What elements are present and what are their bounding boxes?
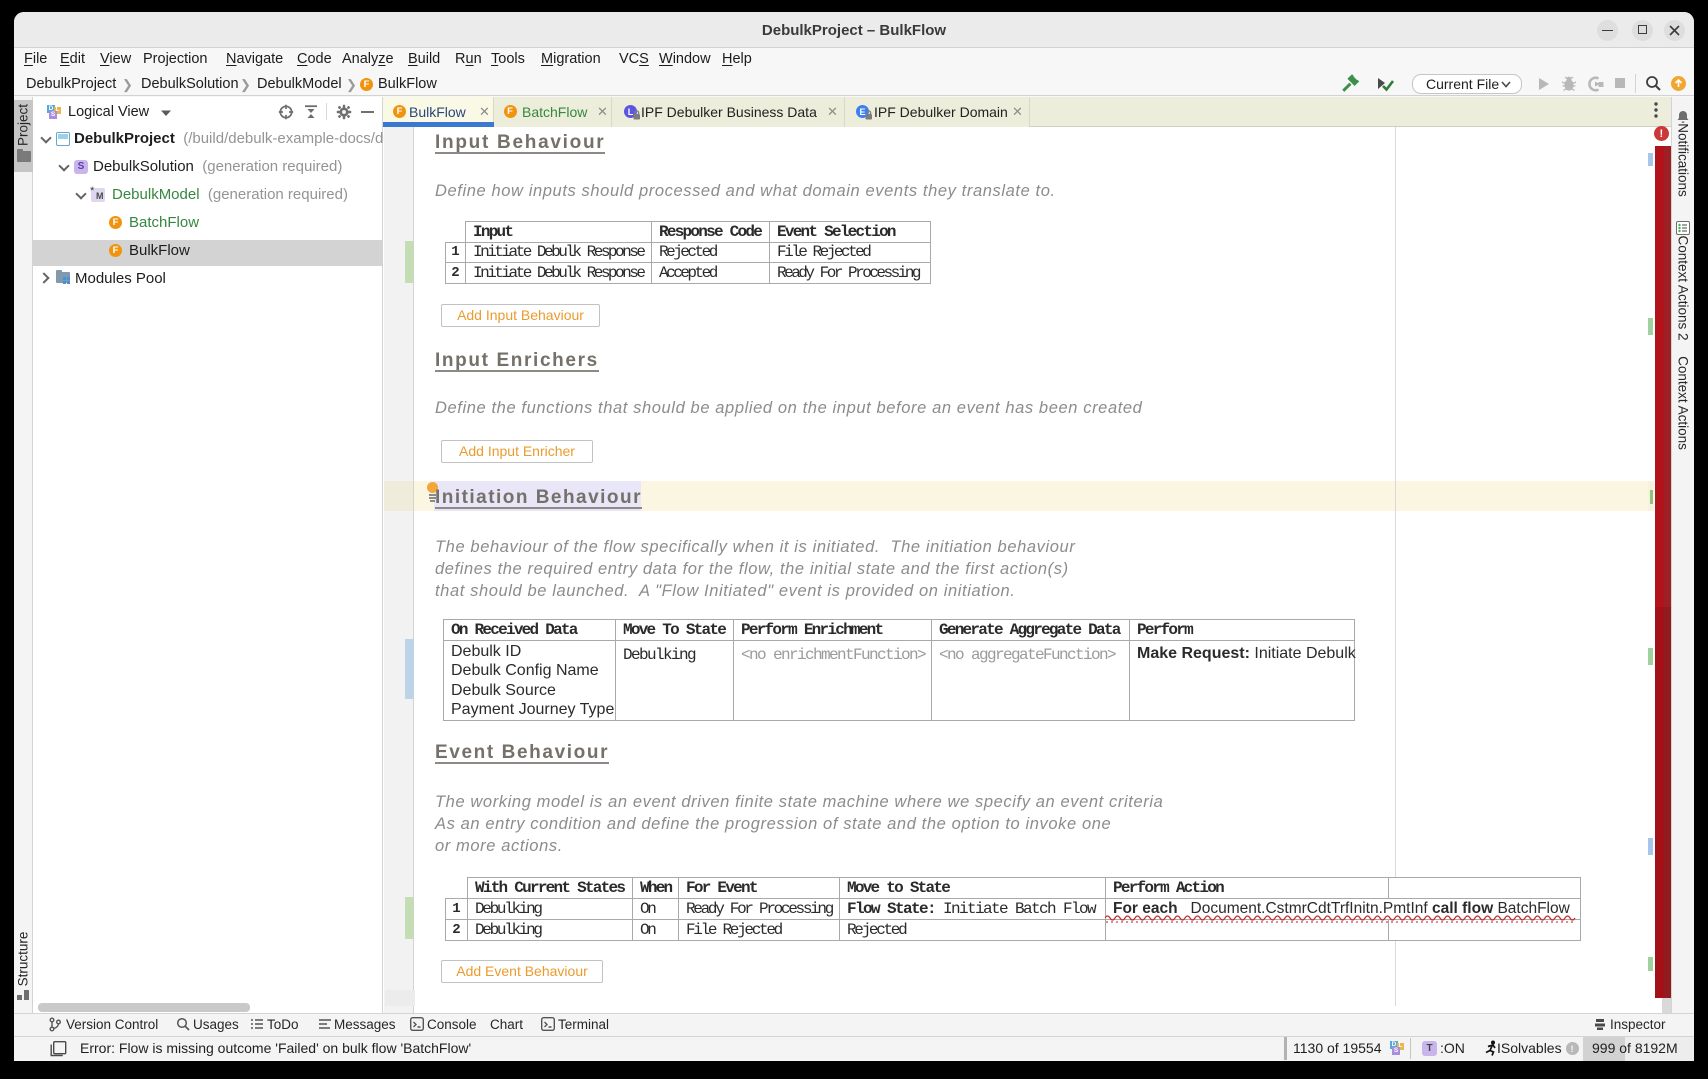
svg-text:L: L [628,107,634,117]
svg-text:E: E [859,107,865,117]
